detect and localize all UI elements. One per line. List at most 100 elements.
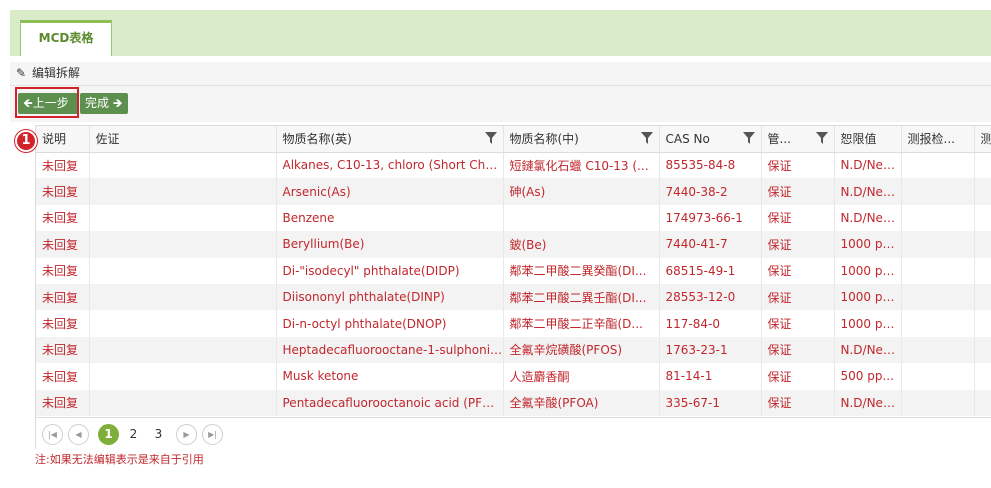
table-row[interactable]: 未回复 Di-n-octyl phthalate(DNOP) 鄰苯二甲酸二正辛酯(D… [36,310,991,337]
table-cell[interactable]: 保证 [761,204,835,232]
table-cell[interactable]: 未回复 [36,204,90,232]
table-cell[interactable] [974,283,991,311]
next-page-icon[interactable]: ▶ [176,424,197,445]
table-cell[interactable]: Heptadecafluorooctane-1-sulphonic a... [276,336,504,364]
col-header-with-filter[interactable]: 管... [761,126,835,153]
table-row[interactable]: 未回复 Diisononyl phthalate(DINP) 鄰苯二甲酸二異壬酯(D… [36,283,991,311]
table-row[interactable]: 未回复 Alkanes, C10-13, chloro (Short Chain.… [36,152,991,179]
table-cell[interactable]: 1000 pp... [834,257,902,284]
table-cell[interactable] [89,257,277,284]
table-cell[interactable] [974,363,991,390]
table-row[interactable]: 未回复 Di-"isodecyl" phthalate(DIDP) 鄰苯二甲酸二異癸… [36,257,991,284]
table-row[interactable]: 未回复 Pentadecafluorooctanoic acid (PFOA) 全氟… [36,389,991,416]
table-cell[interactable]: 全氟辛烷磺酸(PFOS) [503,336,660,364]
col-header-with-filter[interactable]: 物质名称(英) [276,126,504,153]
table-cell[interactable]: 砷(As) [503,178,660,205]
table-row[interactable]: 未回复 Benzene 174973-66-1 保证 N.D/Neg... [36,204,991,232]
table-cell[interactable]: 保证 [761,231,835,258]
table-cell[interactable]: Arsenic(As) [276,178,504,205]
table-cell[interactable] [901,204,975,232]
table-cell[interactable]: 未回复 [36,283,90,311]
table-cell[interactable]: 500 pp... [834,363,902,390]
tab-mcd-table[interactable]: MCD表格 [20,20,112,56]
table-cell[interactable]: N.D/Neg... [834,336,902,364]
col-header-with-filter[interactable]: 物质名称(中) [503,126,660,153]
table-cell[interactable]: 未回复 [36,336,90,364]
table-cell[interactable]: 保证 [761,178,835,205]
table-cell[interactable] [974,152,991,179]
col-header[interactable]: 佐证 [89,126,277,153]
table-cell[interactable] [89,310,277,337]
table-cell[interactable] [974,389,991,416]
table-cell[interactable]: Pentadecafluorooctanoic acid (PFOA) [276,389,504,416]
col-header[interactable]: 测报检... [901,126,975,153]
table-cell[interactable]: 未回复 [36,152,90,179]
table-cell[interactable] [974,257,991,284]
table-cell[interactable]: 68515-49-1 [659,257,762,284]
table-cell[interactable] [901,231,975,258]
table-cell[interactable] [89,336,277,364]
table-cell[interactable]: 1000 pp... [834,310,902,337]
table-cell[interactable] [901,178,975,205]
filter-icon[interactable] [742,132,755,144]
table-cell[interactable]: Musk ketone [276,363,504,390]
table-cell[interactable]: 7440-38-2 [659,178,762,205]
table-cell[interactable]: 保证 [761,152,835,179]
table-row[interactable]: 未回复 Musk ketone 人造麝香酮 81-14-1 保证 500 pp... [36,363,991,390]
col-header[interactable]: 说明 [36,126,90,153]
table-cell[interactable] [974,310,991,337]
table-cell[interactable]: 未回复 [36,310,90,337]
table-cell[interactable] [974,178,991,205]
table-cell[interactable]: N.D/Neg... [834,178,902,205]
table-cell[interactable]: Beryllium(Be) [276,231,504,258]
table-cell[interactable]: 117-84-0 [659,310,762,337]
table-cell[interactable] [89,363,277,390]
table-cell[interactable]: 保证 [761,283,835,311]
table-cell[interactable] [89,389,277,416]
table-cell[interactable]: N.D/Neg... [834,389,902,416]
table-cell[interactable]: Di-"isodecyl" phthalate(DIDP) [276,257,504,284]
table-cell[interactable] [901,336,975,364]
table-cell[interactable]: 鈹(Be) [503,231,660,258]
table-cell[interactable]: Benzene [276,204,504,232]
table-cell[interactable]: 85535-84-8 [659,152,762,179]
table-cell[interactable] [503,204,660,232]
table-cell[interactable] [974,231,991,258]
table-cell[interactable]: Diisononyl phthalate(DINP) [276,283,504,311]
table-cell[interactable] [974,204,991,232]
table-cell[interactable] [901,363,975,390]
table-cell[interactable] [89,231,277,258]
table-cell[interactable]: 鄰苯二甲酸二異壬酯(DI... [503,283,660,311]
table-cell[interactable]: 未回复 [36,257,90,284]
table-cell[interactable] [901,283,975,311]
table-cell[interactable]: 1000 pp... [834,283,902,311]
table-cell[interactable]: 全氟辛酸(PFOA) [503,389,660,416]
table-row[interactable]: 未回复 Heptadecafluorooctane-1-sulphonic a..… [36,336,991,364]
page-number-3[interactable]: 3 [148,424,169,445]
table-cell[interactable] [901,389,975,416]
table-cell[interactable]: 335-67-1 [659,389,762,416]
table-cell[interactable]: 鄰苯二甲酸二正辛酯(D... [503,310,660,337]
table-cell[interactable] [89,178,277,205]
table-cell[interactable]: 7440-41-7 [659,231,762,258]
filter-icon[interactable] [815,132,828,144]
table-cell[interactable]: 28553-12-0 [659,283,762,311]
col-header[interactable]: 测 [974,126,991,153]
table-cell[interactable]: 短鏈氯化石蠟 C10-13 (... [503,152,660,179]
table-cell[interactable]: 1000 pp... [834,231,902,258]
table-cell[interactable]: 未回复 [36,389,90,416]
table-cell[interactable] [89,152,277,179]
table-cell[interactable] [901,310,975,337]
table-cell[interactable]: 未回复 [36,231,90,258]
table-cell[interactable]: 保证 [761,257,835,284]
done-button[interactable]: 完成 🡺 [80,93,128,114]
table-cell[interactable]: 保证 [761,336,835,364]
table-cell[interactable] [89,283,277,311]
first-page-icon[interactable]: |◀ [42,424,63,445]
last-page-icon[interactable]: ▶| [202,424,223,445]
table-cell[interactable]: 未回复 [36,363,90,390]
table-cell[interactable]: Di-n-octyl phthalate(DNOP) [276,310,504,337]
table-cell[interactable]: 1763-23-1 [659,336,762,364]
table-row[interactable]: 未回复 Beryllium(Be) 鈹(Be) 7440-41-7 保证 1000 pp.… [36,231,991,258]
filter-icon[interactable] [484,132,497,144]
